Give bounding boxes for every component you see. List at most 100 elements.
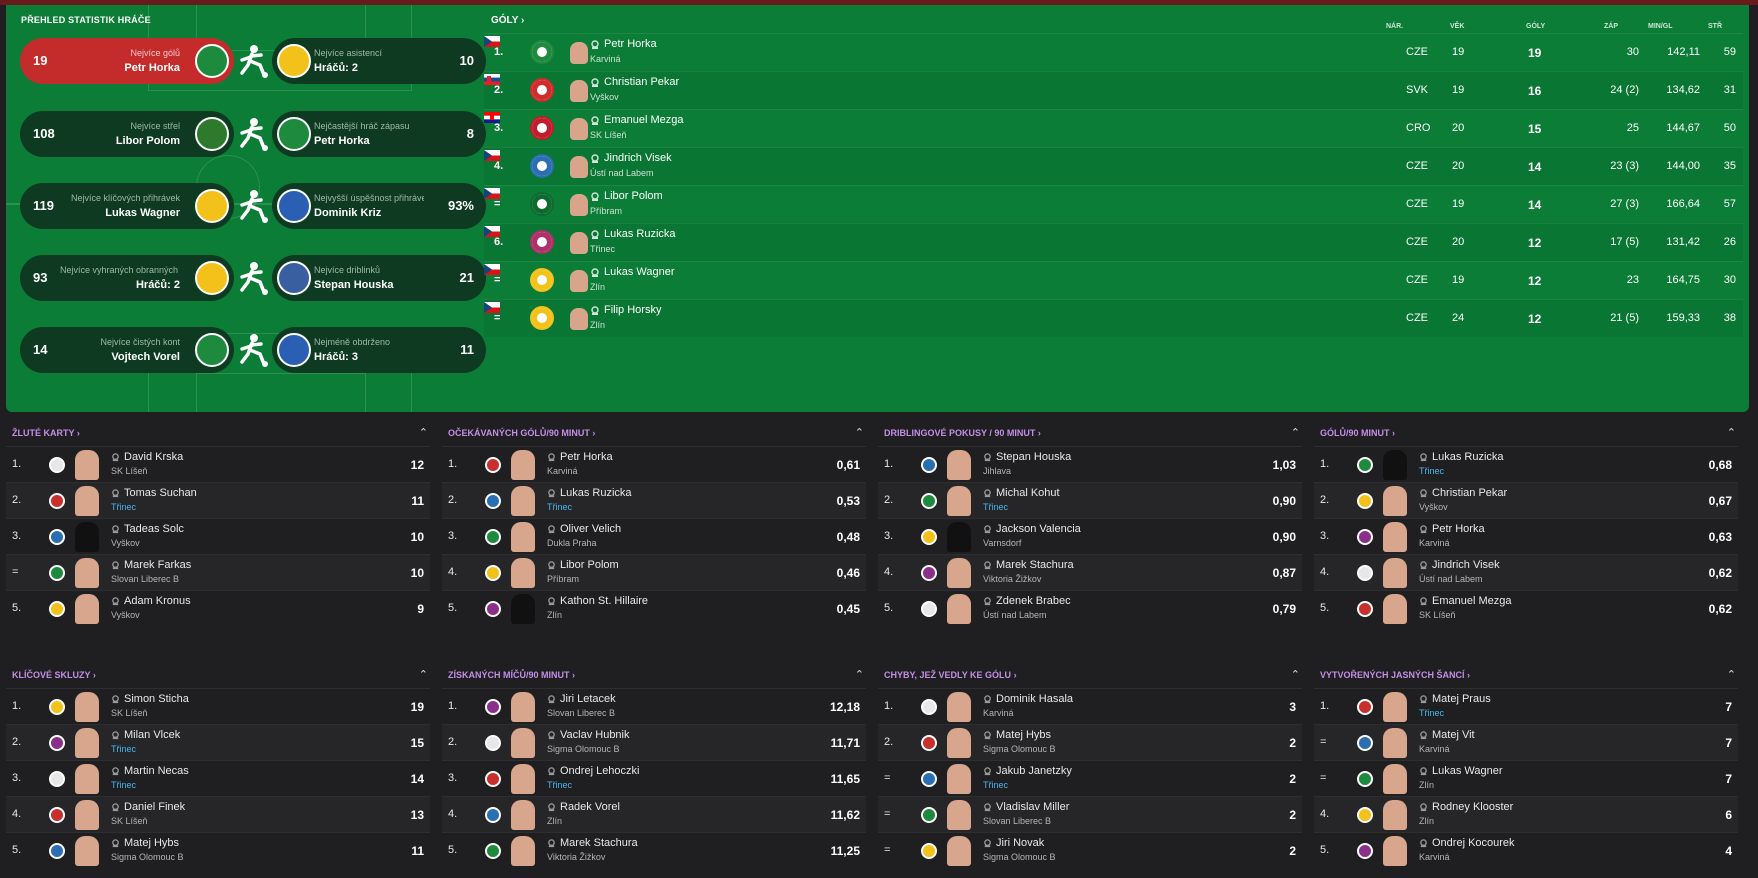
panel-title-link[interactable]: ŽLUTÉ KARTY › [12,428,80,438]
player-club[interactable]: SK Líšeň [111,708,148,718]
player-name[interactable]: Christian Pekar [604,76,679,88]
panel-title-link[interactable]: VYTVOŘENÝCH JASNÝCH ŠANCÍ › [1320,670,1470,680]
overview-right-card-4[interactable]: Nejvíce driblinků Stepan Houska 21 [272,255,486,301]
club-crest-icon[interactable] [485,457,501,473]
list-item[interactable]: 1. Stepan Houska Jihlava 1,03 [878,446,1302,482]
player-photo[interactable] [1383,836,1407,866]
player-name[interactable]: Lukas Wagner [105,207,180,219]
player-name[interactable]: Vaclav Hubnik [560,729,630,741]
player-name[interactable]: Matej Hybs [124,837,179,849]
club-crest-icon[interactable] [921,529,937,545]
player-photo[interactable] [511,450,535,480]
club-crest-icon[interactable] [485,807,501,823]
player-name[interactable]: David Krska [124,451,183,463]
list-item[interactable]: 5. Kathon St. Hillaire Zlín 0,45 [442,590,866,626]
list-item[interactable]: = Lukas Wagner Zlín 7 [1314,760,1738,796]
player-name[interactable]: Libor Polom [560,559,619,571]
club-crest-icon[interactable] [485,529,501,545]
panel-title-link[interactable]: ZÍSKANÝCH MÍČŮ/90 MINUT › [448,670,575,680]
list-item[interactable]: 5. Emanuel Mezga SK Líšeň 0,62 [1314,590,1738,626]
player-photo[interactable] [511,692,535,722]
col-apps[interactable]: ZÁP [1604,23,1618,30]
club-crest-icon[interactable] [485,601,501,617]
player-photo[interactable] [570,308,588,330]
club-crest-icon[interactable] [49,843,65,859]
player-club[interactable]: SK Líšeň [111,466,148,476]
player-name[interactable]: Jindrich Visek [1432,559,1500,571]
player-club[interactable]: SK Líšeň [590,130,627,140]
club-crest-icon[interactable] [530,192,554,216]
list-item[interactable]: 5. Zdenek Brabec Ústí nad Labem 0,79 [878,590,1302,626]
player-club[interactable]: Dukla Praha [547,538,597,548]
overview-left-card-2[interactable]: 108 Nejvíce střel Libor Polom [20,111,234,157]
player-name[interactable]: Lukas Wagner [1432,765,1503,777]
collapse-chevron-icon[interactable]: ⌃ [419,668,428,681]
player-name[interactable]: Tadeas Solc [124,523,184,535]
player-photo[interactable] [511,764,535,794]
list-item[interactable]: 4. Daniel Finek SK Líšeň 13 [6,796,430,832]
collapse-chevron-icon[interactable]: ⌃ [855,668,864,681]
player-photo[interactable] [1383,450,1407,480]
player-photo[interactable] [75,764,99,794]
player-photo[interactable] [511,522,535,552]
player-name[interactable]: Martin Necas [124,765,189,777]
list-item[interactable]: 1. Lukas Ruzicka Třinec 0,68 [1314,446,1738,482]
player-name[interactable]: Petr Horka [604,38,657,50]
list-item[interactable]: 1. Simon Sticha SK Líšeň 19 [6,688,430,724]
club-crest-icon[interactable] [1357,735,1373,751]
player-club[interactable]: Karviná [590,54,621,64]
club-crest-icon[interactable] [530,268,554,292]
player-club[interactable]: Třinec [590,244,615,254]
goals-table-row[interactable]: 2. Christian Pekar Vyškov SVK 19 16 24 (2) 134,… [484,71,1743,109]
club-crest-icon[interactable] [485,493,501,509]
player-name[interactable]: Matej Vit [1432,729,1475,741]
club-crest-icon[interactable] [1357,843,1373,859]
player-photo[interactable] [570,118,588,140]
player-club[interactable]: Sigma Olomouc B [983,744,1056,754]
col-age[interactable]: VĚK [1450,23,1464,30]
player-name[interactable]: Adam Kronus [124,595,191,607]
player-name[interactable]: Milan Vlcek [124,729,180,741]
club-crest-icon[interactable] [1357,529,1373,545]
goals-table-row[interactable]: 4. Jindrich Visek Ústí nad Labem CZE 20 14 23 … [484,147,1743,185]
player-club[interactable]: Třinec [1419,708,1444,718]
club-crest-icon[interactable] [1357,601,1373,617]
club-crest-icon[interactable] [485,699,501,715]
club-crest-icon[interactable] [1357,807,1373,823]
player-photo[interactable] [570,42,588,64]
club-crest-icon[interactable] [530,116,554,140]
player-photo[interactable] [75,522,99,552]
player-photo[interactable] [947,728,971,758]
club-crest-icon[interactable] [530,78,554,102]
list-item[interactable]: 4. Marek Stachura Viktoria Žižkov 0,87 [878,554,1302,590]
list-item[interactable]: = Vladislav Miller Slovan Liberec B 2 [878,796,1302,832]
player-name[interactable]: Lukas Ruzicka [1432,451,1504,463]
player-club[interactable]: Zlín [1419,780,1434,790]
player-club[interactable]: Vyškov [1419,502,1448,512]
club-crest-icon[interactable] [921,807,937,823]
player-club[interactable]: Zlín [590,282,605,292]
club-crest-icon[interactable] [49,529,65,545]
collapse-chevron-icon[interactable]: ⌃ [1291,426,1300,439]
panel-title-link[interactable]: OČEKÁVANÝCH GÓLŮ/90 MINUT › [448,428,595,438]
list-item[interactable]: 3. Tadeas Solc Vyškov 10 [6,518,430,554]
player-club[interactable]: Slovan Liberec B [111,574,179,584]
player-club[interactable]: Třinec [547,780,572,790]
club-badge-icon[interactable] [277,261,311,295]
player-photo[interactable] [75,594,99,624]
player-photo[interactable] [75,836,99,866]
player-photo[interactable] [947,558,971,588]
col-mpg[interactable]: MIN/GL [1648,23,1673,30]
player-club[interactable]: Třinec [111,744,136,754]
player-club[interactable]: Karviná [1419,744,1450,754]
club-crest-icon[interactable] [49,735,65,751]
club-crest-icon[interactable] [1357,565,1373,581]
overview-left-card-3[interactable]: 119 Nejvíce klíčových přihrávek Lukas Wagn… [20,183,234,229]
collapse-chevron-icon[interactable]: ⌃ [1727,426,1736,439]
player-photo[interactable] [570,80,588,102]
player-photo[interactable] [75,800,99,830]
player-club[interactable]: Zlín [1419,816,1434,826]
player-photo[interactable] [947,486,971,516]
list-item[interactable]: 2. Christian Pekar Vyškov 0,67 [1314,482,1738,518]
club-crest-icon[interactable] [1357,493,1373,509]
